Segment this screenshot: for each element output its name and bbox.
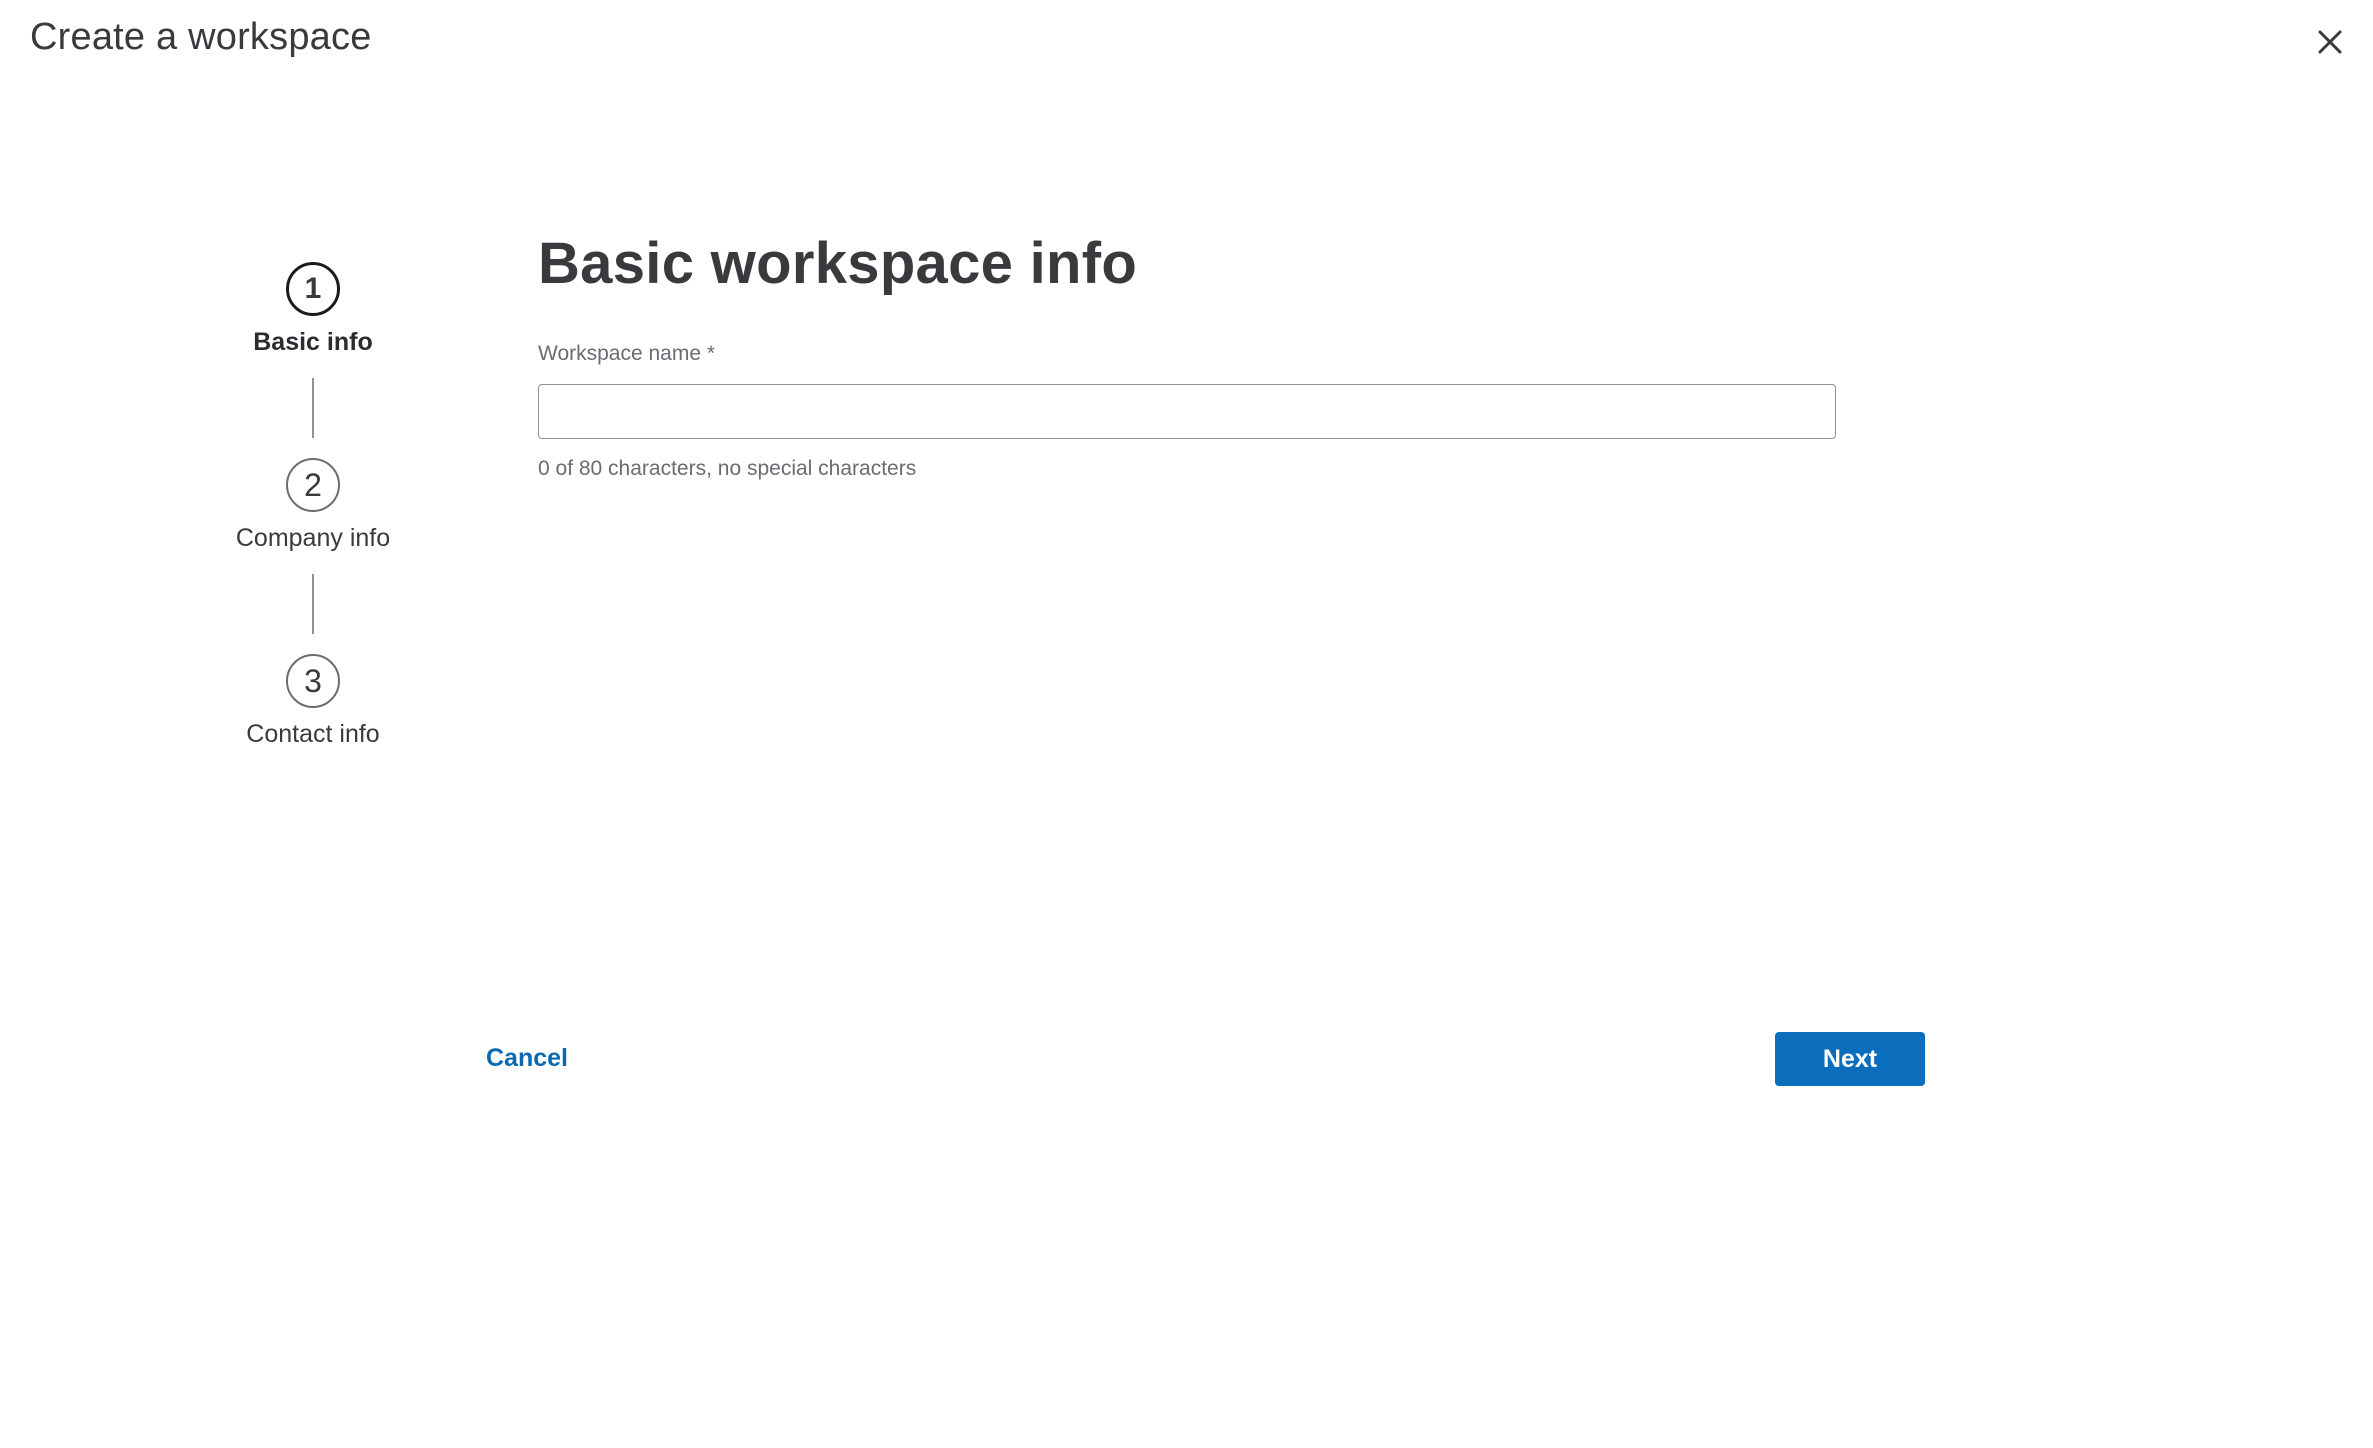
step-connector xyxy=(312,378,314,438)
step-label: Company info xyxy=(235,524,391,552)
step-basic-info: 1 Basic info xyxy=(213,262,413,357)
workspace-name-helper-text: 0 of 80 characters, no special character… xyxy=(538,457,917,480)
dialog-title: Create a workspace xyxy=(30,16,372,58)
workspace-name-label: Workspace name * xyxy=(538,342,716,365)
next-button[interactable]: Next xyxy=(1775,1032,1925,1086)
step-number-circle: 3 xyxy=(286,654,340,708)
form-heading: Basic workspace info xyxy=(538,231,1138,296)
step-number-circle: 1 xyxy=(286,262,340,316)
step-label: Contact info xyxy=(246,720,380,748)
cancel-button[interactable]: Cancel xyxy=(486,1044,568,1073)
close-button[interactable] xyxy=(2310,22,2350,62)
step-connector xyxy=(312,574,314,634)
step-contact-info: 3 Contact info xyxy=(213,654,413,749)
step-label: Basic info xyxy=(253,328,373,356)
progress-stepper: 1 Basic info 2 Company info 3 Contact in… xyxy=(213,262,413,749)
step-number-circle: 2 xyxy=(286,458,340,512)
close-icon xyxy=(2318,30,2342,54)
workspace-name-input[interactable] xyxy=(538,384,1836,439)
step-company-info: 2 Company info xyxy=(213,458,413,553)
